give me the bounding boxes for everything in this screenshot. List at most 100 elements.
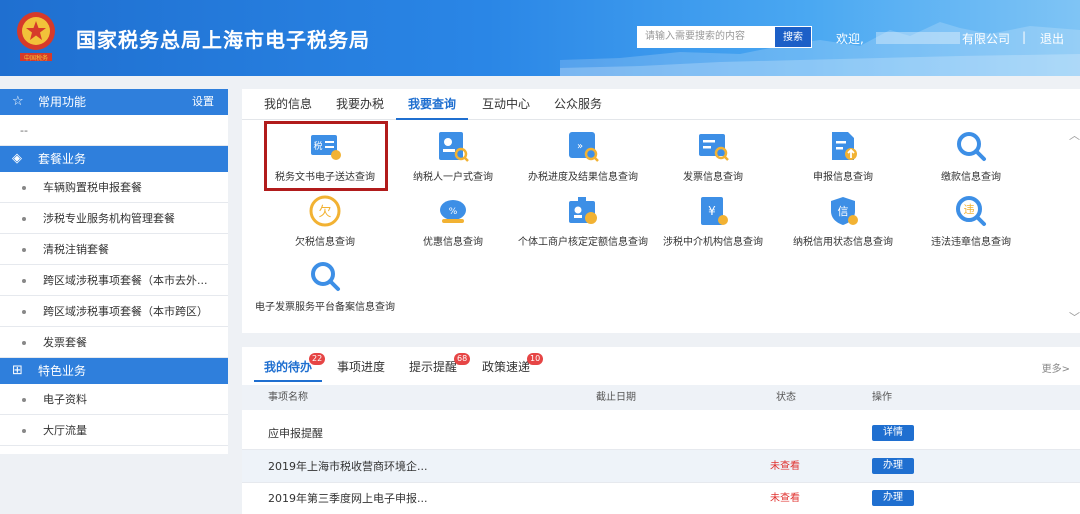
star-icon: ☆ xyxy=(12,94,24,109)
sidebar-item-vehicle-tax[interactable]: 车辆购置税申报套餐 xyxy=(0,172,228,203)
service-discount-query[interactable]: % 优惠信息查询 xyxy=(388,194,518,250)
welcome-text: 欢迎, xyxy=(836,32,864,46)
column-header: 截止日期 xyxy=(596,392,636,403)
company-name-tail: 有限公司 xyxy=(962,32,1011,46)
scroll-down-icon[interactable]: ﹀ xyxy=(1069,309,1080,325)
tab-query[interactable]: 我要查询 xyxy=(396,89,469,120)
sidebar-item-agency-mgmt[interactable]: 涉税专业服务机构管理套餐 xyxy=(0,203,228,234)
service-declaration-query[interactable]: 申报信息查询 xyxy=(778,129,908,185)
service-e-invoice-platform-query[interactable]: 电子发票服务平台备案信息查询 xyxy=(250,259,400,315)
row-name: 应申报提醒 xyxy=(268,427,323,440)
svg-text:%: % xyxy=(449,207,458,217)
tab-reminders[interactable]: 提示提醒 xyxy=(409,358,457,375)
sidebar-item-deregistration[interactable]: 清税注销套餐 xyxy=(0,234,228,265)
declaration-upload-icon xyxy=(832,132,857,160)
service-label: 欠税信息查询 xyxy=(295,237,355,248)
service-label: 纳税信用状态信息查询 xyxy=(793,237,893,248)
discount-icon: % xyxy=(440,200,466,223)
tab-public-service[interactable]: 公众服务 xyxy=(554,89,602,120)
sidebar-section-special[interactable]: ⊞ 特色业务 xyxy=(0,358,228,384)
masked-company-name xyxy=(876,32,960,44)
svg-text:中国税务: 中国税务 xyxy=(24,54,48,62)
credit-shield-icon: 信 xyxy=(831,197,858,225)
service-label: 违法违章信息查询 xyxy=(931,237,1011,248)
row-name[interactable]: 2019年上海市税收营商环境企... xyxy=(268,450,427,483)
tab-my-info[interactable]: 我的信息 xyxy=(264,89,312,120)
header-separator: | xyxy=(1022,30,1027,44)
row-name[interactable]: 2019年第三季度网上电子申报... xyxy=(268,483,427,514)
service-label: 优惠信息查询 xyxy=(423,237,483,248)
search-button[interactable]: 搜索 xyxy=(774,26,812,48)
svg-text:违: 违 xyxy=(964,203,975,216)
process-button[interactable]: 办理 xyxy=(872,490,914,506)
service-label: 办税进度及结果信息查询 xyxy=(528,172,638,183)
sidebar-item-invoice-package[interactable]: 发票套餐 xyxy=(0,327,228,358)
tab-progress[interactable]: 事项进度 xyxy=(337,358,385,375)
tab-my-todo[interactable]: 我的待办 xyxy=(264,358,312,375)
service-agency-query[interactable]: ¥ 涉税中介机构信息查询 xyxy=(648,194,778,250)
column-header: 操作 xyxy=(872,392,892,403)
row-status: 未查看 xyxy=(770,461,800,472)
column-header: 状态 xyxy=(776,392,796,403)
sidebar-section-title: 常用功能 xyxy=(38,95,87,109)
progress-search-icon: » xyxy=(569,132,599,162)
svg-text:»: » xyxy=(577,141,583,152)
sidebar-item-e-documents[interactable]: 电子资料 xyxy=(0,384,228,415)
service-label: 电子发票服务平台备案信息查询 xyxy=(255,302,395,313)
sidebar-section-title: 特色业务 xyxy=(38,364,87,378)
agency-yuan-icon: ¥ xyxy=(701,197,728,225)
policy-count-badge: 10 xyxy=(527,353,544,365)
sidebar-item-cross-region-local[interactable]: 跨区域涉税事项套餐（本市跨区） xyxy=(0,296,228,327)
details-button[interactable]: 详情 xyxy=(872,425,914,441)
svg-text:税: 税 xyxy=(313,140,322,152)
todo-panel: 我的待办 22 事项进度 提示提醒 68 政策速递 10 更多> 事项名称 截止… xyxy=(242,347,1080,514)
violation-icon: 违 xyxy=(956,196,986,226)
service-payment-query[interactable]: 缴款信息查询 xyxy=(906,129,1036,185)
tax-emblem-logo: 中国税务 xyxy=(17,12,55,62)
svg-text:欠: 欠 xyxy=(318,204,331,220)
process-button[interactable]: 办理 xyxy=(872,458,914,474)
invoice-search-icon xyxy=(699,134,729,161)
sidebar: ☆ 常用功能 设置 -- ◈ 套餐业务 车辆购置税申报套餐 涉税专业服务机构管理… xyxy=(0,89,228,454)
tab-policy[interactable]: 政策速递 xyxy=(482,358,530,375)
service-tax-document[interactable]: 税 税务文书电子送达查询 xyxy=(260,129,390,185)
sidebar-item-hall-traffic[interactable]: 大厅流量 xyxy=(0,415,228,446)
sidebar-section-package[interactable]: ◈ 套餐业务 xyxy=(0,146,228,172)
query-panel: 我的信息 我要办税 我要查询 互动中心 公众服务 税 税务文书电子送达查询 纳税… xyxy=(242,89,1080,333)
service-label: 申报信息查询 xyxy=(813,172,873,183)
service-credit-query[interactable]: 信 纳税信用状态信息查询 xyxy=(778,194,908,250)
svg-text:信: 信 xyxy=(838,205,849,218)
service-progress-query[interactable]: » 办税进度及结果信息查询 xyxy=(518,129,648,185)
site-title: 国家税务总局上海市电子税务局 xyxy=(76,28,370,52)
main-tabs: 我的信息 我要办税 我要查询 互动中心 公众服务 xyxy=(242,89,1080,120)
reminder-count-badge: 68 xyxy=(454,353,471,365)
tab-interaction[interactable]: 互动中心 xyxy=(482,89,530,120)
table-row: 应申报提醒 详情 xyxy=(242,417,1080,450)
service-violation-query[interactable]: 违 违法违章信息查询 xyxy=(906,194,1036,250)
business-quota-icon xyxy=(569,197,597,224)
grid-icon: ⊞ xyxy=(12,363,23,378)
column-header: 事项名称 xyxy=(268,392,308,403)
row-status: 未查看 xyxy=(770,493,800,504)
search-input[interactable]: 请输入需要搜索的内容 xyxy=(637,26,775,48)
sidebar-section-common[interactable]: ☆ 常用功能 设置 xyxy=(0,89,228,115)
scroll-up-icon[interactable]: ︿ xyxy=(1069,127,1080,143)
table-row: 2019年第三季度网上电子申报... 未查看 办理 xyxy=(242,483,1080,514)
logout-link[interactable]: 退出 xyxy=(1040,30,1064,47)
service-business-quota-query[interactable]: 个体工商户核定定额信息查询 xyxy=(518,194,648,250)
service-label: 涉税中介机构信息查询 xyxy=(663,237,763,248)
settings-link[interactable]: 设置 xyxy=(192,89,214,115)
service-invoice-query[interactable]: 发票信息查询 xyxy=(648,129,778,185)
service-taxpayer-query[interactable]: 纳税人一户式查询 xyxy=(388,129,518,185)
tax-document-icon: 税 xyxy=(311,135,341,160)
service-label: 个体工商户核定定额信息查询 xyxy=(518,237,648,248)
layers-icon: ◈ xyxy=(12,151,22,166)
tab-tax-handling[interactable]: 我要办税 xyxy=(336,89,384,120)
todo-count-badge: 22 xyxy=(309,353,326,365)
sidebar-item-cross-region-out[interactable]: 跨区域涉税事项套餐（本市去外... xyxy=(0,265,228,296)
service-label: 缴款信息查询 xyxy=(941,172,1001,183)
more-link[interactable]: 更多> xyxy=(1042,360,1070,375)
service-label: 税务文书电子送达查询 xyxy=(275,172,375,183)
arrears-icon: 欠 xyxy=(309,195,341,227)
service-arrears-query[interactable]: 欠 欠税信息查询 xyxy=(260,194,390,250)
